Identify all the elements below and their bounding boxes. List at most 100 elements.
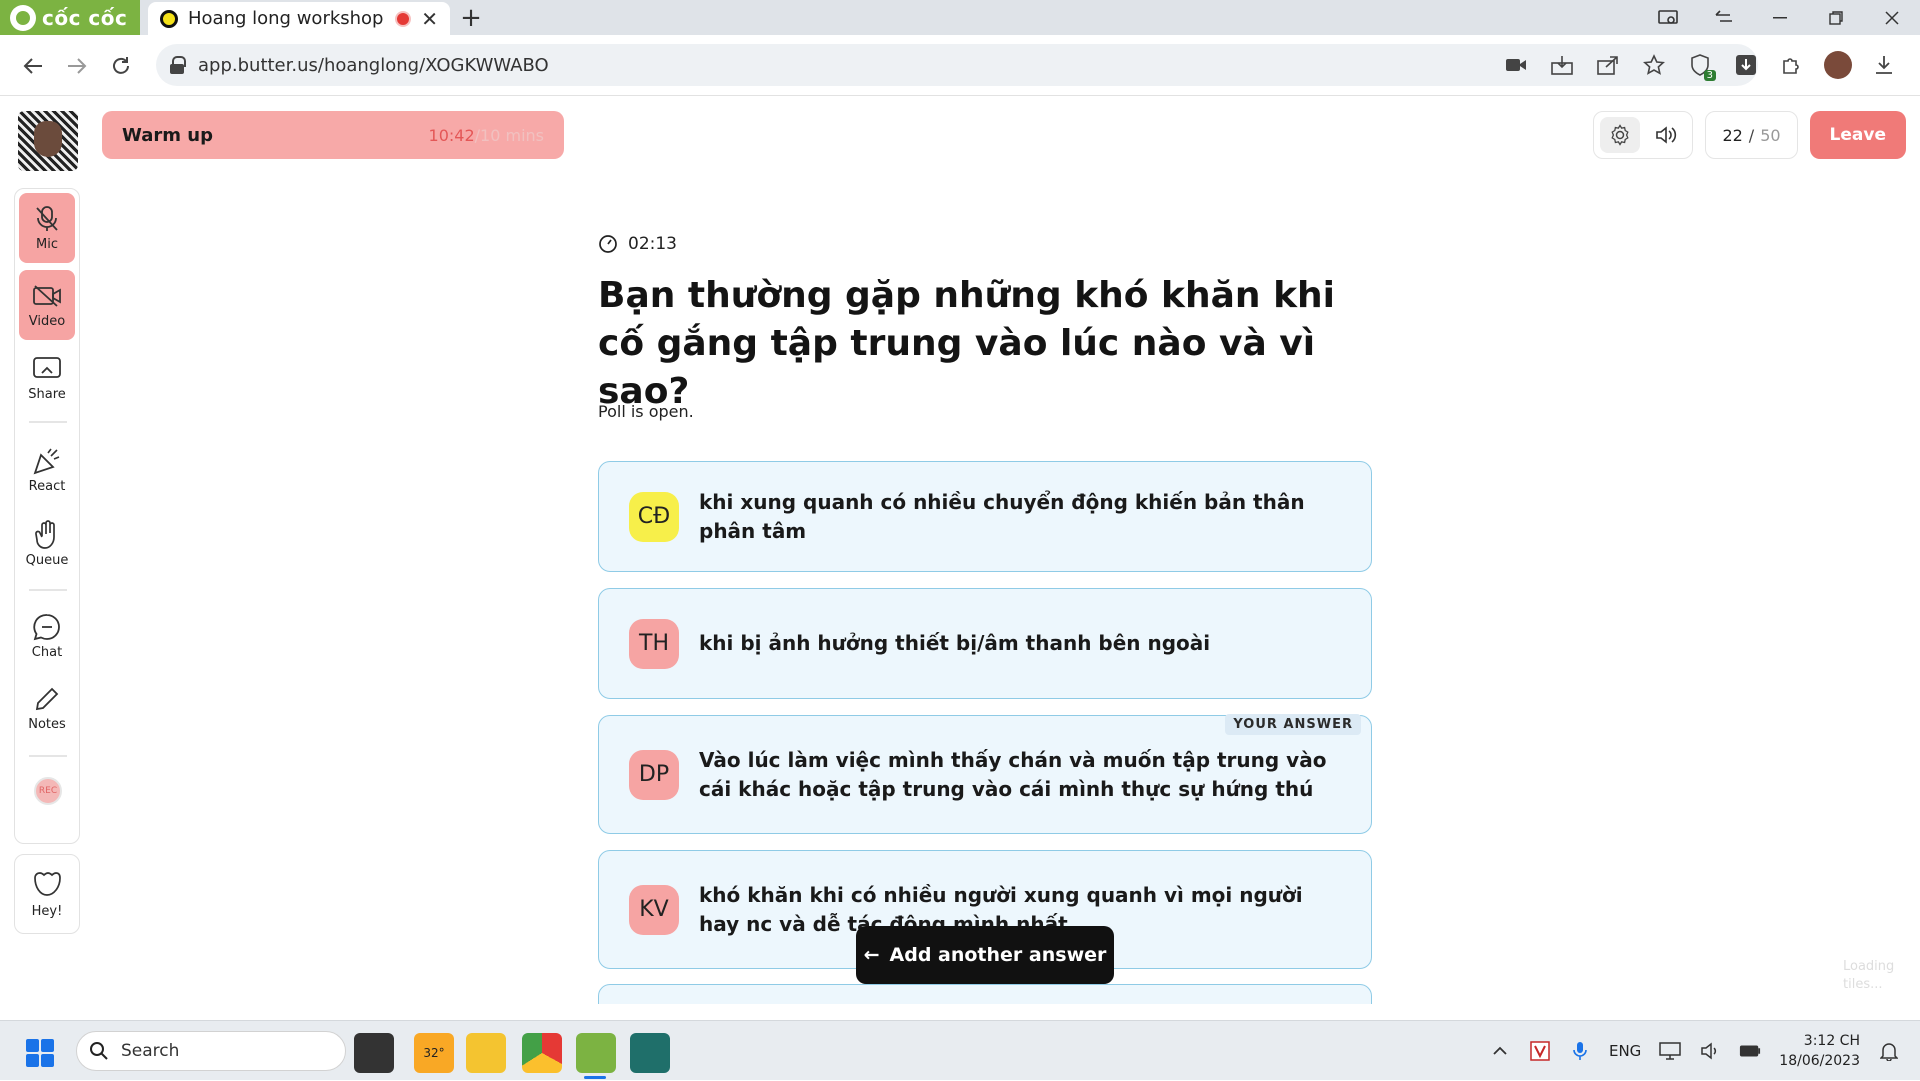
answer-text: khi bị ảnh hưởng thiết bị/âm thanh bên n… — [699, 631, 1211, 655]
back-button[interactable] — [16, 49, 50, 83]
participants-total: 50 — [1760, 125, 1781, 145]
antivirus-icon[interactable] — [1529, 1040, 1551, 1062]
camera-icon[interactable] — [1500, 49, 1532, 81]
network-icon[interactable] — [1659, 1040, 1682, 1062]
poll-countdown: 02:13 — [598, 234, 677, 254]
hey-button[interactable]: Hey! — [14, 854, 80, 934]
share-label: Share — [28, 386, 66, 402]
coccoc-browser-icon[interactable] — [576, 1033, 616, 1073]
back-history-icon[interactable] — [1696, 0, 1752, 35]
leave-button[interactable]: Leave — [1809, 111, 1906, 159]
windows-start-icon[interactable] — [26, 1039, 54, 1067]
add-answer-button[interactable]: ← Add another answer — [856, 926, 1114, 984]
browser-tab-active[interactable]: Hoang long workshop ✕ — [148, 2, 450, 35]
shield-extension-icon[interactable]: 3 — [1684, 49, 1716, 81]
coccoc-logo-icon — [10, 4, 36, 31]
battery-icon[interactable] — [1739, 1040, 1761, 1062]
share-screen-icon — [32, 355, 62, 383]
answer-card-own[interactable]: YOUR ANSWER DP Vào lúc làm việc mình thấ… — [598, 714, 1372, 834]
settings-gear-icon[interactable] — [1600, 117, 1641, 153]
volume-icon[interactable] — [1699, 1040, 1721, 1062]
timer-elapsed: 10:42 — [428, 125, 475, 145]
messaging-app-icon[interactable] — [630, 1033, 670, 1073]
agenda-bar[interactable]: Warm up 10:42/10 mins — [102, 111, 564, 159]
minimize-button[interactable] — [1752, 0, 1808, 35]
forward-button[interactable] — [60, 49, 94, 83]
install-app-icon[interactable] — [1546, 49, 1578, 81]
system-clock[interactable]: 3:12 CH 18/06/2023 — [1779, 1031, 1860, 1071]
party-popper-icon — [32, 447, 62, 475]
participant-count: 22 / 50 — [1705, 111, 1798, 159]
react-button[interactable]: React — [19, 435, 75, 505]
chat-button[interactable]: Chat — [19, 601, 75, 671]
new-tab-button[interactable]: + — [455, 2, 487, 34]
task-view-icon[interactable] — [354, 1033, 394, 1073]
raised-hand-icon — [32, 519, 62, 549]
loading-tiles-text: Loading tiles... — [1843, 959, 1895, 992]
answer-card[interactable]: CĐ khi xung quanh có nhiều chuyển động k… — [598, 461, 1372, 572]
butter-app: Warm up 10:42/10 mins 22 / 50 Leave Mic — [0, 96, 1920, 1020]
browser-brand[interactable]: cốc cốc — [0, 0, 140, 35]
answer-card-partial[interactable] — [598, 984, 1372, 1004]
downloads-icon[interactable] — [1868, 49, 1900, 81]
notes-button[interactable]: Notes — [19, 673, 75, 743]
url-text: app.butter.us/hoanglong/XOGKWWABO — [198, 54, 549, 76]
your-answer-badge: YOUR ANSWER — [1225, 714, 1361, 735]
answer-initials: CĐ — [629, 491, 679, 542]
input-language[interactable]: ENG — [1609, 1042, 1641, 1060]
tab-close-button[interactable]: ✕ — [421, 7, 438, 31]
bookmark-star-icon[interactable] — [1638, 49, 1670, 81]
profile-avatar[interactable] — [1822, 49, 1854, 81]
download-extension-icon[interactable] — [1730, 49, 1762, 81]
mic-button[interactable]: Mic — [19, 193, 75, 263]
video-button[interactable]: Video — [19, 270, 75, 340]
window-controls — [1640, 0, 1920, 35]
microphone-icon[interactable] — [1569, 1040, 1591, 1062]
mic-off-icon — [32, 205, 62, 233]
hey-label: Hey! — [31, 903, 63, 919]
chevron-up-icon[interactable] — [1489, 1040, 1511, 1062]
record-button[interactable]: REC — [34, 777, 62, 805]
toolbar-divider — [29, 755, 67, 757]
queue-label: Queue — [25, 552, 69, 568]
share-page-icon[interactable] — [1592, 49, 1624, 81]
chrome-icon[interactable] — [522, 1033, 562, 1073]
reload-button[interactable] — [104, 49, 138, 83]
address-bar-row: app.butter.us/hoanglong/XOGKWWABO 3 — [0, 35, 1920, 96]
add-answer-label: Add another answer — [889, 944, 1107, 966]
share-button[interactable]: Share — [19, 343, 75, 413]
agenda-timer: 10:42/10 mins — [429, 126, 544, 145]
notification-bell-icon[interactable] — [1878, 1040, 1900, 1062]
clock-time: 3:12 CH — [1803, 1033, 1860, 1049]
session-controls: 22 / 50 Leave — [1593, 111, 1906, 159]
puzzle-extensions-icon[interactable] — [1776, 49, 1808, 81]
timer-total: /10 mins — [474, 125, 544, 145]
butter-favicon-icon — [160, 9, 178, 28]
taskbar-search[interactable]: Search — [76, 1031, 346, 1071]
file-explorer-icon[interactable] — [466, 1033, 506, 1073]
tab-title: Hoang long workshop — [188, 8, 384, 29]
react-label: React — [28, 478, 66, 494]
pencil-icon — [32, 685, 62, 713]
toolbar-divider — [29, 589, 67, 591]
speaker-volume-icon[interactable] — [1646, 117, 1686, 153]
answer-text: khi xung quanh có nhiều chuyển động khiế… — [699, 489, 1305, 543]
user-avatar[interactable] — [18, 111, 78, 171]
poll-status: Poll is open. — [598, 402, 694, 421]
queue-button[interactable]: Queue — [19, 509, 75, 579]
settings-audio-group — [1593, 111, 1694, 159]
system-tray: ENG 3:12 CH 18/06/2023 — [1489, 1021, 1920, 1081]
browser-brand-label: cốc cốc — [42, 5, 128, 30]
restore-button[interactable] — [1808, 0, 1864, 35]
weather-icon[interactable]: 32° — [414, 1033, 454, 1073]
search-icon — [90, 1042, 108, 1060]
poll-question: Bạn thường gặp những khó khăn khi cố gắn… — [598, 275, 1335, 412]
answer-card[interactable]: TH khi bị ảnh hưởng thiết bị/âm thanh bê… — [598, 588, 1372, 699]
search-label: Search — [121, 1041, 180, 1061]
close-window-button[interactable] — [1864, 0, 1920, 35]
screen-capture-icon[interactable] — [1640, 0, 1696, 35]
profile-avatar-image — [1824, 51, 1852, 79]
answer-text: Vào lúc làm việc mình thấy chán và muốn … — [699, 747, 1327, 801]
active-app-indicator — [584, 1076, 606, 1079]
lock-icon — [170, 56, 186, 74]
